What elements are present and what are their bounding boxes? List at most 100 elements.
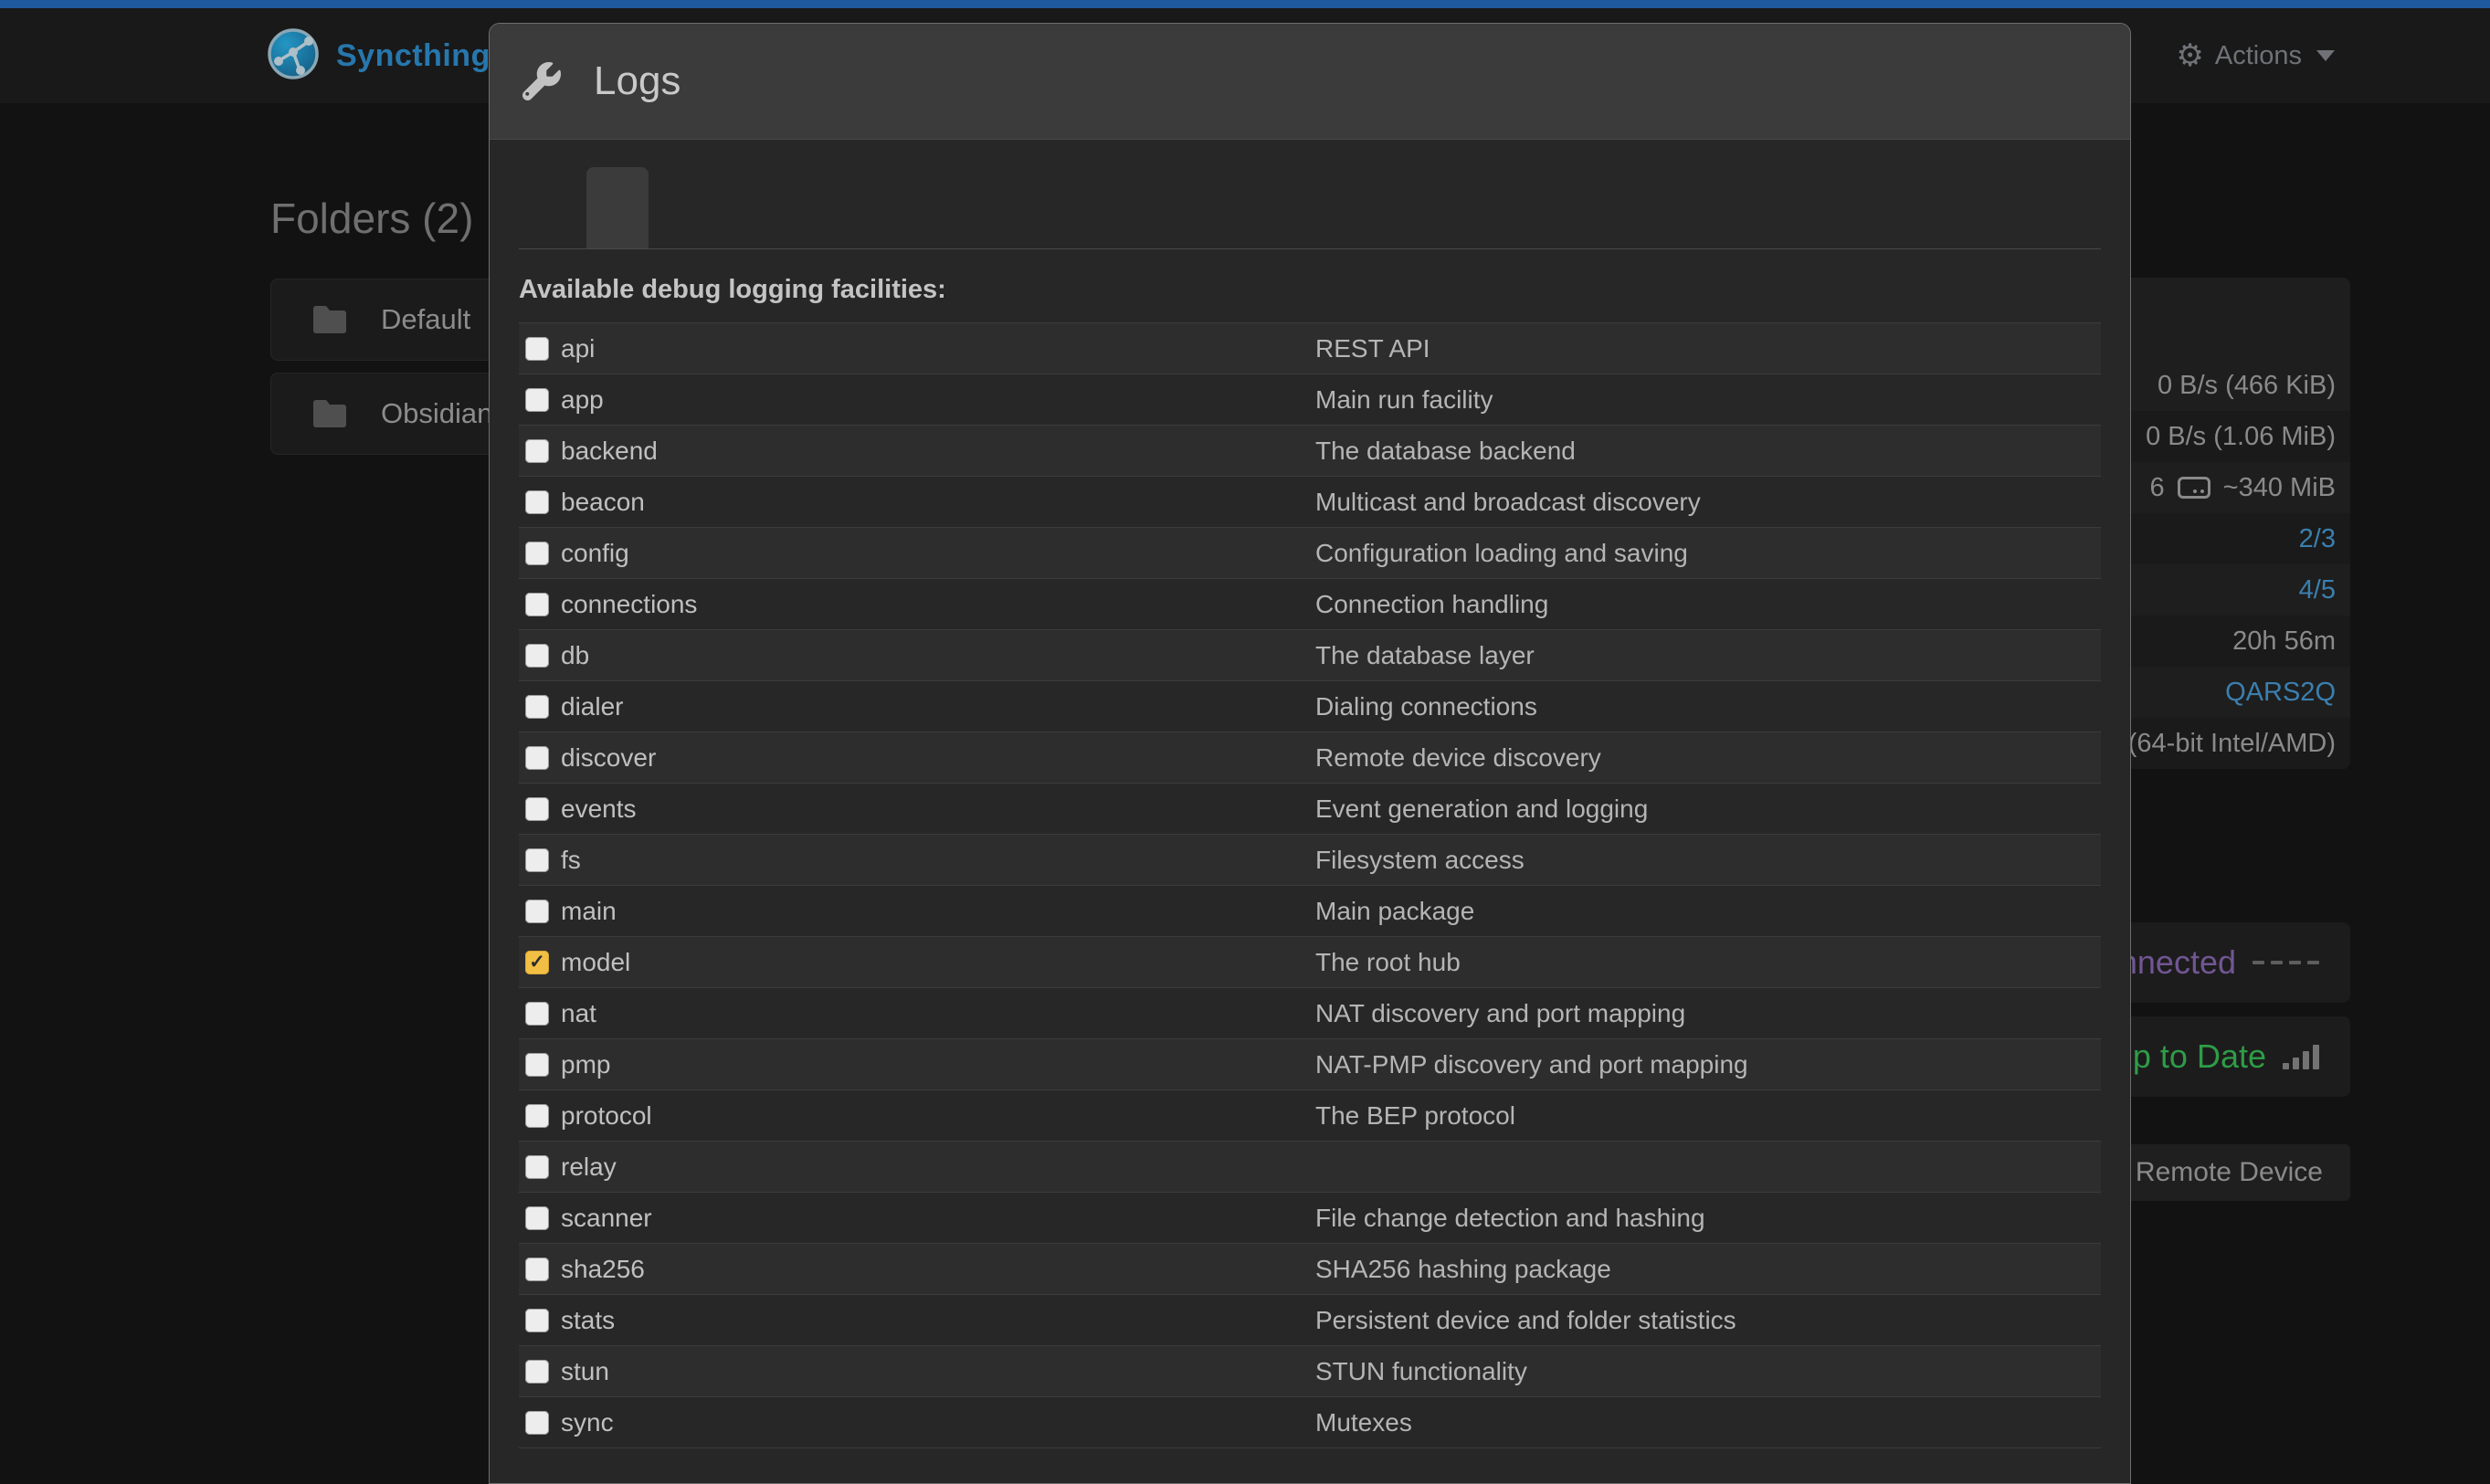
facility-description: Persistent device and folder statistics: [1315, 1306, 1736, 1335]
logs-modal-header: Logs: [490, 24, 2130, 140]
facility-name[interactable]: db: [561, 641, 589, 670]
gear-icon: ⚙: [2176, 40, 2203, 71]
facility-row: discover Remote device discovery: [519, 732, 2101, 784]
facility-name[interactable]: dialer: [561, 692, 623, 721]
facility-description: Main package: [1315, 897, 1474, 926]
modal-title: Logs: [594, 58, 681, 104]
facility-checkbox[interactable]: [525, 1053, 549, 1077]
facility-checkbox[interactable]: [525, 490, 549, 514]
facility-name[interactable]: main: [561, 897, 617, 926]
facility-name[interactable]: relay: [561, 1152, 617, 1182]
facility-checkbox[interactable]: [525, 848, 549, 872]
facility-checkbox[interactable]: [525, 337, 549, 361]
facility-description: Event generation and logging: [1315, 795, 1648, 824]
facility-name[interactable]: stats: [561, 1306, 615, 1335]
syncthing-brand[interactable]: Syncthing: [267, 27, 491, 85]
facility-checkbox[interactable]: [525, 746, 549, 770]
hard-drive-icon: [2178, 477, 2210, 499]
facility-description: The root hub: [1315, 948, 1461, 977]
stat-value: 0 B/s (1.06 MiB): [2146, 422, 2336, 452]
facility-description: The database backend: [1315, 437, 1576, 466]
facility-name[interactable]: discover: [561, 743, 656, 773]
facility-row: events Event generation and logging: [519, 784, 2101, 835]
facility-checkbox[interactable]: [525, 1002, 549, 1026]
facility-name[interactable]: api: [561, 334, 595, 363]
stat-value: QARS2Q: [2225, 678, 2336, 708]
facility-checkbox[interactable]: [525, 388, 549, 412]
stat-value: 2/3: [2299, 524, 2336, 554]
facility-name[interactable]: fs: [561, 846, 581, 875]
facility-row: backend The database backend: [519, 426, 2101, 477]
facility-row: app Main run facility: [519, 374, 2101, 426]
facility-checkbox[interactable]: [525, 1104, 549, 1128]
device-status-up-to-date: Up to Date: [2109, 1037, 2266, 1076]
logs-tab[interactable]: [586, 167, 649, 248]
facility-checkbox[interactable]: [525, 695, 549, 719]
facility-checkbox[interactable]: [525, 644, 549, 668]
signal-bars-icon: [2283, 1045, 2319, 1069]
stat-value: ~340 MiB: [2223, 473, 2336, 503]
stat-value: 4/5: [2299, 575, 2336, 605]
facility-checkbox[interactable]: [525, 1360, 549, 1384]
facility-row: config Configuration loading and saving: [519, 528, 2101, 579]
facility-description: REST API: [1315, 334, 1430, 363]
folder-label: Obsidian: [381, 397, 492, 430]
facility-row: sha256 SHA256 hashing package: [519, 1244, 2101, 1295]
facility-description: Connection handling: [1315, 590, 1548, 619]
syncthing-logo-icon: [267, 27, 320, 85]
facility-row: main Main package: [519, 886, 2101, 937]
facility-row: pmp NAT-PMP discovery and port mapping: [519, 1039, 2101, 1090]
facility-row: fs Filesystem access: [519, 835, 2101, 886]
facility-row: stats Persistent device and folder stati…: [519, 1295, 2101, 1346]
facility-row: protocol The BEP protocol: [519, 1090, 2101, 1142]
logs-tab[interactable]: [519, 167, 581, 248]
facility-row: beacon Multicast and broadcast discovery: [519, 477, 2101, 528]
facility-name[interactable]: protocol: [561, 1101, 652, 1131]
facility-row: ✓ model The root hub: [519, 937, 2101, 988]
facility-description: Dialing connections: [1315, 692, 1537, 721]
facilities-table: api REST API app Main run facility backe…: [519, 322, 2101, 1448]
facility-description: Configuration loading and saving: [1315, 539, 1688, 568]
facility-name[interactable]: sha256: [561, 1255, 645, 1284]
wrench-icon: [522, 62, 561, 100]
actions-menu-button[interactable]: ⚙ Actions: [2176, 40, 2335, 71]
facility-row: scanner File change detection and hashin…: [519, 1193, 2101, 1244]
facility-name[interactable]: config: [561, 539, 629, 568]
facility-row: nat NAT discovery and port mapping: [519, 988, 2101, 1039]
facility-name[interactable]: sync: [561, 1408, 614, 1437]
facility-checkbox[interactable]: ✓: [525, 951, 549, 974]
facility-checkbox[interactable]: [525, 1411, 549, 1435]
facility-description: Multicast and broadcast discovery: [1315, 488, 1701, 517]
facility-description: The database layer: [1315, 641, 1535, 670]
facility-name[interactable]: nat: [561, 999, 596, 1028]
facility-row: api REST API: [519, 323, 2101, 374]
logs-modal: Logs Available debug logging facilities:…: [489, 23, 2131, 1484]
facility-description: Filesystem access: [1315, 846, 1525, 875]
facility-name[interactable]: pmp: [561, 1050, 610, 1079]
facility-checkbox[interactable]: [525, 542, 549, 565]
facility-checkbox[interactable]: [525, 1309, 549, 1332]
facility-checkbox[interactable]: [525, 1258, 549, 1281]
actions-label: Actions: [2215, 41, 2302, 71]
facility-name[interactable]: stun: [561, 1357, 609, 1386]
facility-description: SHA256 hashing package: [1315, 1255, 1611, 1284]
facility-row: db The database layer: [519, 630, 2101, 681]
facility-checkbox[interactable]: [525, 797, 549, 821]
folder-icon: [313, 306, 346, 333]
facility-name[interactable]: events: [561, 795, 637, 824]
facility-checkbox[interactable]: [525, 593, 549, 616]
facility-description: Main run facility: [1315, 385, 1493, 415]
facility-description: Remote device discovery: [1315, 743, 1601, 773]
facility-checkbox[interactable]: [525, 900, 549, 923]
facility-name[interactable]: connections: [561, 590, 697, 619]
facility-name[interactable]: model: [561, 948, 630, 977]
facility-name[interactable]: backend: [561, 437, 658, 466]
logs-tabs: [519, 167, 2101, 249]
folder-icon: [313, 400, 346, 427]
facility-checkbox[interactable]: [525, 1206, 549, 1230]
facility-name[interactable]: app: [561, 385, 604, 415]
facility-checkbox[interactable]: [525, 439, 549, 463]
facility-name[interactable]: scanner: [561, 1204, 652, 1233]
facility-name[interactable]: beacon: [561, 488, 645, 517]
facility-checkbox[interactable]: [525, 1155, 549, 1179]
